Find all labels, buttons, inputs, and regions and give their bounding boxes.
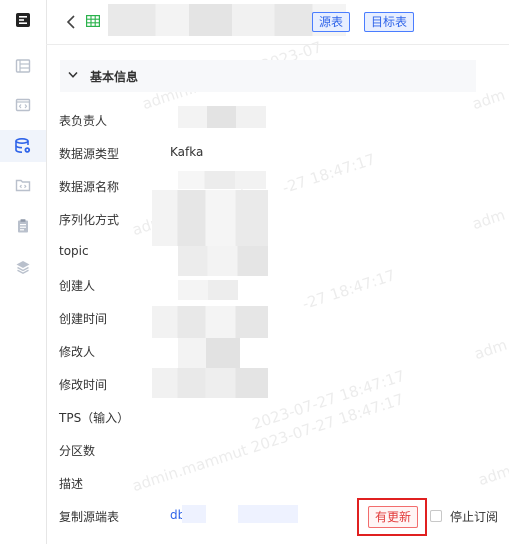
- datasource-type-value: Kafka: [170, 145, 204, 159]
- redacted-table-name: [108, 4, 346, 36]
- created-time-label: 创建时间: [59, 312, 108, 326]
- redacted-replication-source: [238, 505, 298, 523]
- redacted-modified-time: [152, 368, 268, 398]
- watermark-text: adm: [476, 461, 509, 490]
- section-basic-info[interactable]: 基本信息: [60, 60, 476, 92]
- serialization-label: 序列化方式: [59, 213, 120, 227]
- layers-icon[interactable]: [0, 251, 46, 283]
- code-window-icon[interactable]: [0, 89, 46, 121]
- redacted-replication-source: [182, 505, 206, 523]
- replication-label: 复制源端表: [59, 510, 120, 524]
- table-icon: [86, 15, 100, 27]
- creator-label: 创建人: [59, 279, 96, 293]
- source-table-button[interactable]: 源表: [312, 12, 351, 32]
- update-available-button[interactable]: 有更新: [368, 506, 419, 528]
- watermark-text: adm: [470, 205, 508, 234]
- redacted-created-time: [152, 306, 268, 338]
- redacted-topic: [178, 246, 268, 276]
- database-settings-icon[interactable]: [0, 130, 46, 162]
- target-table-button[interactable]: 目标表: [364, 12, 415, 32]
- watermark-text: -27 18:47:17: [300, 266, 398, 314]
- owner-label: 表负责人: [59, 114, 108, 128]
- datasource-type-label: 数据源类型: [59, 147, 120, 161]
- folder-code-icon[interactable]: [0, 169, 46, 201]
- chevron-down-icon[interactable]: [68, 71, 78, 79]
- partitions-label: 分区数: [59, 444, 96, 458]
- modifier-label: 修改人: [59, 345, 96, 359]
- section-title: 基本信息: [90, 70, 139, 84]
- watermark-text: adm: [472, 335, 509, 364]
- modified-time-label: 修改时间: [59, 378, 108, 392]
- stop-subscription-label[interactable]: 停止订阅: [450, 508, 498, 525]
- watermark-text: -27 18:47:17: [280, 150, 378, 198]
- datasource-name-label: 数据源名称: [59, 180, 120, 194]
- stop-subscription-checkbox[interactable]: [430, 510, 442, 522]
- watermark-text: 2023-07-27 18:47:17: [250, 366, 408, 434]
- page-header: 源表 目标表: [46, 0, 509, 45]
- tps-label: TPS（输入）: [59, 411, 130, 425]
- clipboard-icon[interactable]: [0, 210, 46, 242]
- back-arrow-icon[interactable]: [64, 13, 78, 31]
- description-label: 描述: [59, 477, 84, 491]
- watermark-text: admin.mammut 2023-07-27 18:47:17: [130, 390, 406, 496]
- app-menu-icon[interactable]: [0, 4, 46, 36]
- topic-label: topic: [59, 244, 89, 258]
- redacted-serialization: [152, 190, 268, 246]
- redacted-modifier: [178, 338, 240, 368]
- left-sidebar: [0, 0, 47, 544]
- list-icon[interactable]: [0, 50, 46, 82]
- redacted-datasource-name: [178, 171, 266, 189]
- redacted-creator: [178, 280, 238, 300]
- redacted-owner: [178, 106, 266, 128]
